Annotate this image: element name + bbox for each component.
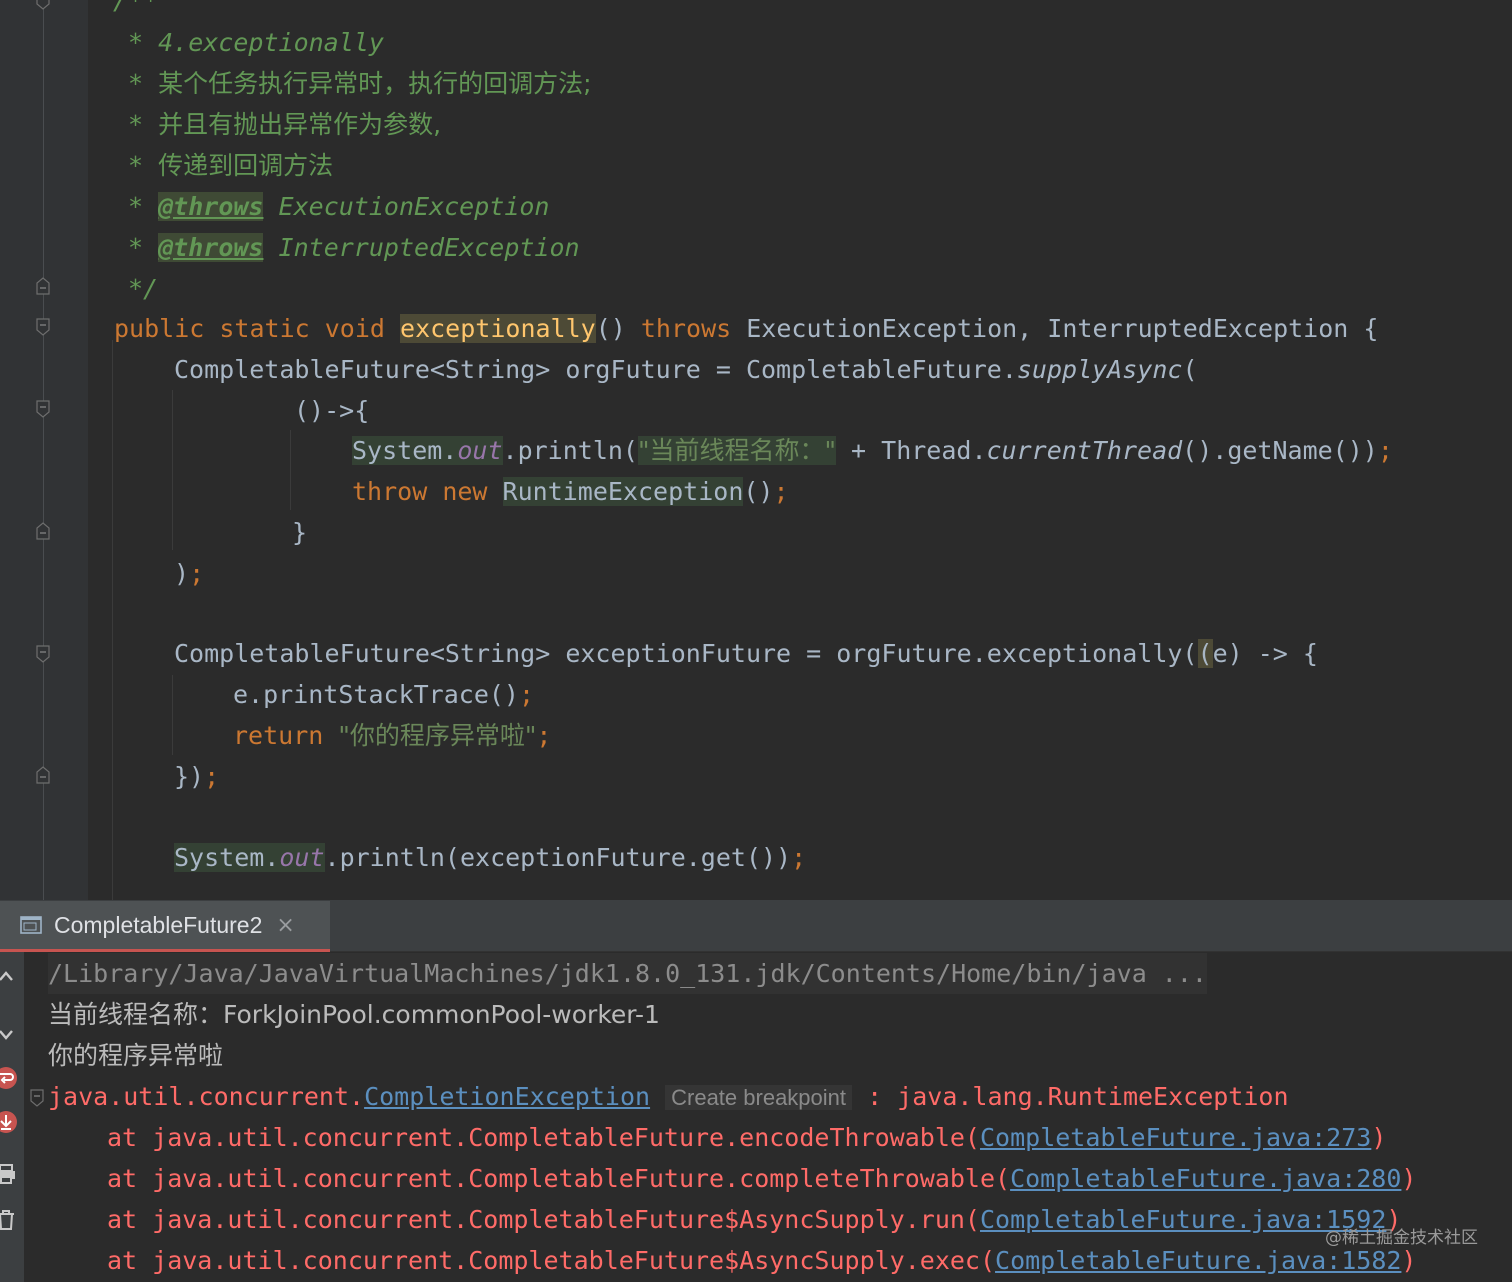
code-line-close-brace[interactable]: } [292, 512, 307, 553]
stack-frame-line: at java.util.concurrent.CompletableFutur… [107, 1164, 1417, 1193]
fold-rail [43, 0, 44, 900]
stack-frame-link[interactable]: CompletableFuture.java:1582 [995, 1246, 1401, 1275]
console-output-line: 你的程序异常啦 [48, 1041, 224, 1070]
code-line-org-future[interactable]: CompletableFuture<String> orgFuture = Co… [174, 349, 1198, 390]
console-icon [20, 916, 42, 934]
soft-wrap-icon[interactable] [0, 1066, 18, 1090]
code-line-close-lambda[interactable]: }); [174, 756, 219, 797]
close-icon[interactable]: × [276, 913, 294, 938]
stack-frame-line: at java.util.concurrent.CompletableFutur… [107, 1246, 1417, 1275]
fold-end-icon[interactable] [36, 277, 50, 295]
doc-comment-throws: * @throws InterruptedException [128, 233, 580, 262]
fold-end-icon[interactable] [36, 766, 50, 784]
code-line-lambda[interactable]: ()->{ [294, 390, 369, 431]
doc-comment-line: * 传递到回调方法 [128, 151, 334, 180]
stack-frame-line: at java.util.concurrent.CompletableFutur… [107, 1205, 1402, 1234]
doc-comment-open: /** [113, 0, 159, 15]
watermark: @稀土掘金技术社区 [1325, 1228, 1478, 1248]
trash-icon[interactable] [0, 1208, 18, 1232]
fold-marker-icon[interactable] [30, 1089, 44, 1107]
run-tool-window: CompletableFuture2 × /Library/Java/JavaV… [0, 900, 1512, 1282]
method-signature[interactable]: public static void exceptionally() throw… [114, 308, 1378, 349]
editor-gutter [0, 0, 88, 900]
code-line-print-stack-trace[interactable]: e.printStackTrace(); [233, 674, 534, 715]
arrow-down-icon[interactable] [0, 1022, 18, 1046]
code-line-close-paren[interactable]: ); [174, 553, 204, 594]
print-icon[interactable] [0, 1162, 18, 1186]
fold-marker-icon[interactable] [36, 645, 50, 663]
stack-frame-line: at java.util.concurrent.CompletableFutur… [107, 1123, 1387, 1152]
fold-marker-icon[interactable] [36, 0, 50, 10]
indent-guide [290, 430, 291, 510]
fold-marker-icon[interactable] [36, 318, 50, 336]
create-breakpoint-hint[interactable]: Create breakpoint [665, 1085, 853, 1110]
scroll-to-end-icon[interactable] [0, 1110, 18, 1134]
indent-guide [172, 675, 173, 755]
doc-comment-line: * 并且有抛出异常作为参数, [128, 110, 442, 139]
exception-class-link[interactable]: CompletionException [364, 1082, 650, 1111]
doc-comment-line: * 4.exceptionally [128, 28, 384, 57]
run-tab-bar: CompletableFuture2 × [0, 901, 1512, 952]
console-command-line: /Library/Java/JavaVirtualMachines/jdk1.8… [48, 953, 1207, 994]
doc-comment-throws: * @throws ExecutionException [128, 192, 550, 221]
fold-marker-icon[interactable] [36, 400, 50, 418]
doc-comment-line: * 某个任务执行异常时，执行的回调方法; [128, 69, 592, 98]
fold-end-icon[interactable] [36, 522, 50, 540]
code-line-println-result[interactable]: System.out.println(exceptionFuture.get()… [174, 837, 806, 878]
code-editor[interactable]: /** * 4.exceptionally * 某个任务执行异常时，执行的回调方… [0, 0, 1512, 900]
stack-frame-link[interactable]: CompletableFuture.java:273 [980, 1123, 1371, 1152]
code-line-return[interactable]: return "你的程序异常啦"; [233, 715, 551, 756]
code-line-throw[interactable]: throw new RuntimeException(); [352, 471, 789, 512]
stack-frame-link[interactable]: CompletableFuture.java:280 [1010, 1164, 1401, 1193]
indent-guide [112, 340, 113, 900]
console-output-line: 当前线程名称：ForkJoinPool.commonPool-worker-1 [48, 1000, 660, 1029]
code-line-println[interactable]: System.out.println("当前线程名称：" + Thread.cu… [352, 430, 1393, 471]
indent-guide [172, 390, 173, 550]
arrow-up-icon[interactable] [0, 964, 18, 988]
doc-comment-close: */ [128, 274, 159, 303]
console-exception-line: java.util.concurrent.CompletionException… [48, 1082, 1289, 1111]
run-side-toolbar [0, 952, 24, 1282]
code-line-exception-future[interactable]: CompletableFuture<String> exceptionFutur… [174, 633, 1318, 674]
run-tab[interactable]: CompletableFuture2 × [0, 901, 330, 952]
run-tab-label: CompletableFuture2 [54, 911, 263, 938]
